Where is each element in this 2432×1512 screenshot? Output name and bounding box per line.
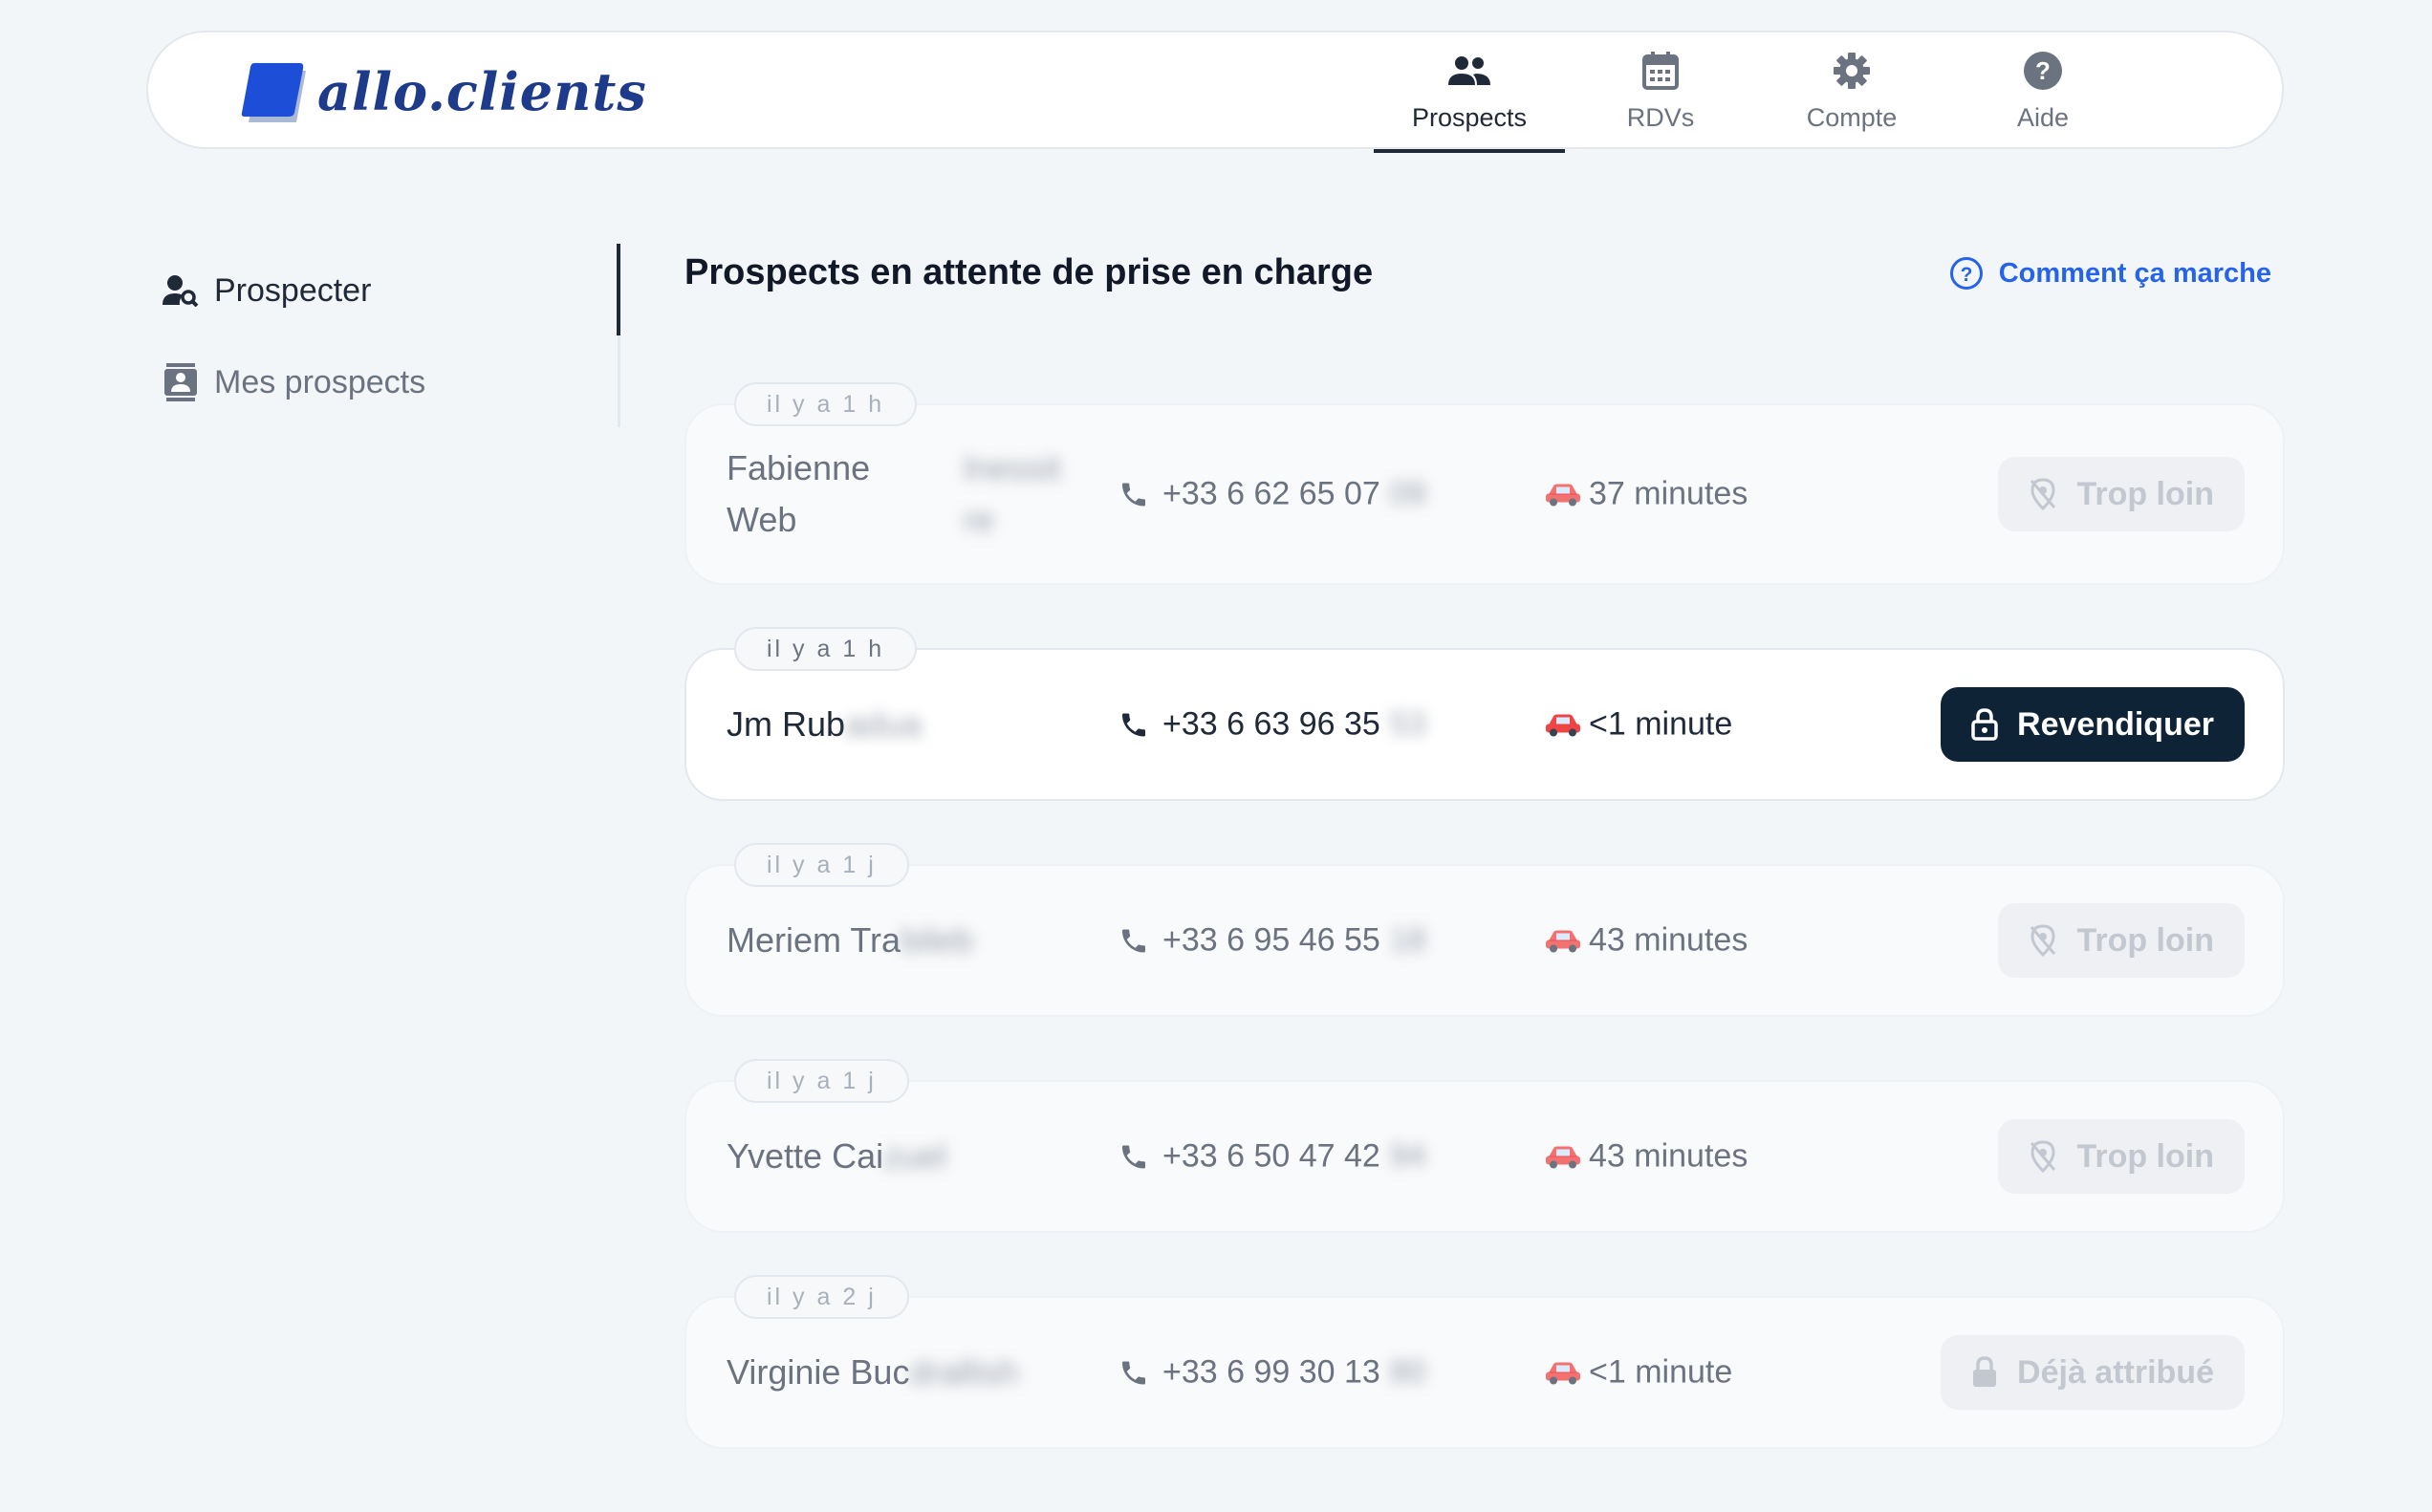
car-icon [1545, 711, 1581, 738]
prospect-name: Virginie Bucdrallish [727, 1352, 1019, 1392]
car-icon [1545, 481, 1581, 508]
age-badge: il y a 2 j [734, 1275, 909, 1319]
prospect-name: Meriem Trabileb [727, 920, 974, 960]
car-icon [1545, 1143, 1581, 1170]
nav-aide[interactable]: ? Aide [1947, 32, 2139, 151]
how-it-works-label: Comment ça marche [1998, 257, 2271, 289]
sidebar-item-label: Mes prospects [214, 363, 426, 400]
age-badge: il y a 1 h [734, 382, 918, 426]
sidebar-active-indicator [617, 244, 620, 335]
age-badge: il y a 1 j [734, 1059, 909, 1103]
prospect-phone[interactable]: +33 6 95 46 55 18 [1118, 922, 1426, 960]
prospect-card: il y a 1 h Fabienne Web lnessit re +33 6… [684, 382, 2285, 585]
prospect-phone[interactable]: +33 6 99 30 13 80 [1118, 1354, 1426, 1392]
phone-icon [1118, 709, 1149, 740]
nav-label: Compte [1806, 103, 1898, 132]
prospect-distance: 43 minutes [1545, 922, 1748, 960]
too-far-button[interactable]: Trop loin [1998, 1119, 2245, 1194]
prospect-card: il y a 1 h Jm Rubadua +33 6 63 96 35 53 … [684, 627, 2285, 801]
too-far-button[interactable]: Trop loin [1998, 903, 2245, 978]
sidebar: Prospecter Mes prospects [163, 245, 425, 428]
prospect-extra-hidden: lnessit re [964, 448, 1062, 539]
phone-icon [1118, 1141, 1149, 1172]
how-it-works-link[interactable]: ? Comment ça marche [1949, 256, 2271, 291]
lock-icon [1971, 1356, 1998, 1389]
top-navbar: allo.clients Prospects RDVs Compte ? Aid… [146, 31, 2284, 153]
nav-prospects[interactable]: Prospects [1374, 32, 1565, 153]
prospect-phone[interactable]: +33 6 50 47 42 94 [1118, 1138, 1426, 1176]
location-off-icon [2029, 1140, 2057, 1173]
prospect-list: il y a 1 h Fabienne Web lnessit re +33 6… [684, 382, 2285, 1512]
prospect-name: Jm Rubadua [727, 704, 923, 744]
phone-icon [1118, 1357, 1149, 1388]
sidebar-item-label: Prospecter [214, 271, 372, 309]
nav-label: Aide [2016, 103, 2070, 132]
already-assigned-button[interactable]: Déjà attribué [1941, 1335, 2245, 1410]
phone-icon [1118, 925, 1149, 956]
nav-label: RDVs [1626, 103, 1695, 132]
svg-text:?: ? [2035, 56, 2051, 85]
prospect-card: il y a 1 j Meriem Trabileb +33 6 95 46 5… [684, 843, 2285, 1017]
prospect-distance: 43 minutes [1545, 1138, 1748, 1176]
page-title: Prospects en attente de prise en charge [684, 252, 1374, 292]
main-nav: Prospects RDVs Compte ? Aide [1374, 32, 2139, 153]
lock-open-icon [1971, 708, 1998, 741]
phone-icon [1118, 479, 1149, 509]
prospect-name: Fabienne Web [727, 448, 871, 539]
prospect-phone[interactable]: +33 6 63 96 35 53 [1118, 706, 1426, 744]
prospect-distance: <1 minute [1545, 1354, 1732, 1392]
svg-text:?: ? [1960, 264, 1972, 286]
logo[interactable]: allo.clients [239, 61, 647, 122]
location-off-icon [2029, 478, 2057, 510]
location-off-icon [2029, 924, 2057, 957]
prospect-distance: <1 minute [1545, 706, 1732, 744]
prospect-name: Yvette Caizuel [727, 1136, 947, 1176]
prospect-card: il y a 2 j Virginie Bucdrallish +33 6 99… [684, 1275, 2285, 1449]
prospect-phone[interactable]: +33 6 62 65 07 09 [1118, 476, 1426, 513]
sidebar-item-mes-prospects[interactable]: Mes prospects [163, 336, 425, 428]
gear-icon [1833, 48, 1871, 94]
claim-button[interactable]: Revendiquer [1941, 687, 2245, 762]
logo-mark-icon [239, 61, 306, 122]
prospect-card: il y a 1 j Yvette Caizuel +33 6 50 47 42… [684, 1059, 2285, 1233]
contact-card-icon [163, 363, 199, 401]
car-icon [1545, 1359, 1581, 1386]
nav-compte[interactable]: Compte [1756, 32, 1947, 151]
car-icon [1545, 927, 1581, 954]
person-search-icon [163, 271, 199, 310]
nav-label: Prospects [1411, 103, 1528, 132]
logo-text: allo.clients [317, 61, 647, 122]
age-badge: il y a 1 j [734, 843, 909, 887]
prospect-distance: 37 minutes [1545, 476, 1748, 513]
people-icon [1447, 48, 1491, 94]
help-outline-icon: ? [1949, 256, 1984, 291]
calendar-icon [1642, 48, 1679, 94]
too-far-button[interactable]: Trop loin [1998, 457, 2245, 531]
help-circle-icon: ? [2023, 48, 2063, 94]
sidebar-item-prospecter[interactable]: Prospecter [163, 245, 425, 336]
age-badge: il y a 1 h [734, 627, 918, 671]
nav-rdvs[interactable]: RDVs [1565, 32, 1756, 151]
